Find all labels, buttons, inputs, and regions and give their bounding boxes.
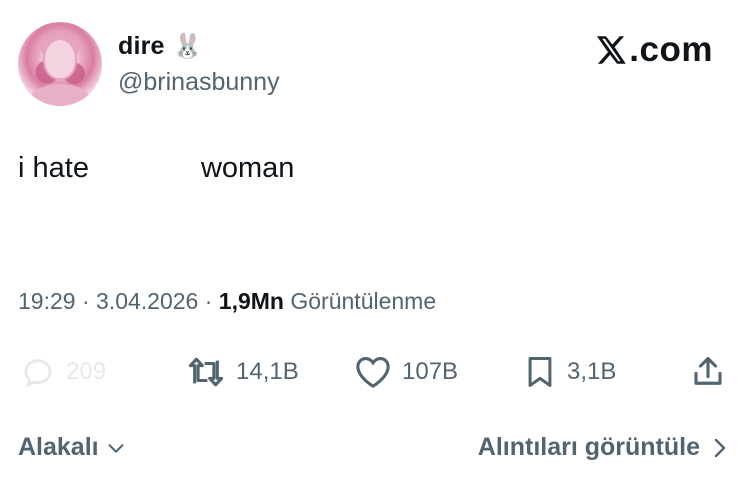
name-row[interactable]: dire 🐰 [118, 32, 203, 61]
tweet-date[interactable]: 3.04.2026 [96, 288, 198, 314]
chevron-down-icon [108, 443, 124, 453]
wordmark-suffix: .com [629, 30, 713, 69]
views-count: 1,9Mn [218, 288, 284, 314]
reply-icon [24, 359, 52, 388]
share-icon [694, 356, 722, 385]
bookmark-button[interactable]: 3,1B [523, 350, 616, 394]
tweet-time[interactable]: 19:29 [18, 288, 76, 314]
meta-separator: · [81, 288, 90, 314]
views-label: Görüntülenme [290, 288, 437, 314]
repost-button[interactable]: 14,1B [186, 350, 299, 394]
chevron-right-icon [714, 438, 726, 457]
like-button[interactable]: 107B [354, 350, 458, 394]
user-handle[interactable]: @brinasbunny [118, 68, 280, 97]
repost-icon [188, 357, 224, 387]
bookmark-icon [528, 357, 552, 387]
sort-label: Alakalı [18, 433, 99, 461]
tweet-footer: Alakalı Alıntıları görüntüle [18, 433, 730, 469]
reply-count: 209 [66, 358, 107, 385]
bookmark-count: 3,1B [567, 358, 617, 385]
x-logo-icon [597, 36, 627, 64]
x-com-wordmark: .com [597, 30, 713, 70]
tweet-meta: 19:29 · 3.04.2026 · 1,9Mn Görüntülenme [18, 288, 436, 315]
action-bar: 209 14,1B 107B 3,1B [18, 350, 730, 394]
heart-icon [356, 357, 390, 389]
tweet-text-part-1: i hate [18, 152, 89, 184]
avatar-shoulder [30, 84, 90, 106]
sort-relevant-button[interactable]: Alakalı [18, 433, 127, 462]
bunny-emoji-icon: 🐰 [172, 33, 203, 60]
meta-separator: · [204, 288, 213, 314]
tweet-text-part-2: woman [200, 152, 295, 184]
tweet-text: i hate woman [18, 152, 294, 185]
display-name[interactable]: dire [118, 32, 165, 61]
view-quotes-button[interactable]: Alıntıları görüntüle [478, 433, 730, 462]
view-quotes-label: Alıntıları görüntüle [477, 433, 700, 461]
share-button[interactable] [690, 350, 726, 394]
like-count: 107B [402, 358, 459, 385]
avatar-face [45, 40, 75, 78]
repost-count: 14,1B [236, 358, 299, 385]
avatar[interactable] [18, 22, 102, 106]
tweet-header: dire 🐰 @brinasbunny .com [18, 20, 731, 110]
reply-button[interactable]: 209 [20, 350, 106, 394]
